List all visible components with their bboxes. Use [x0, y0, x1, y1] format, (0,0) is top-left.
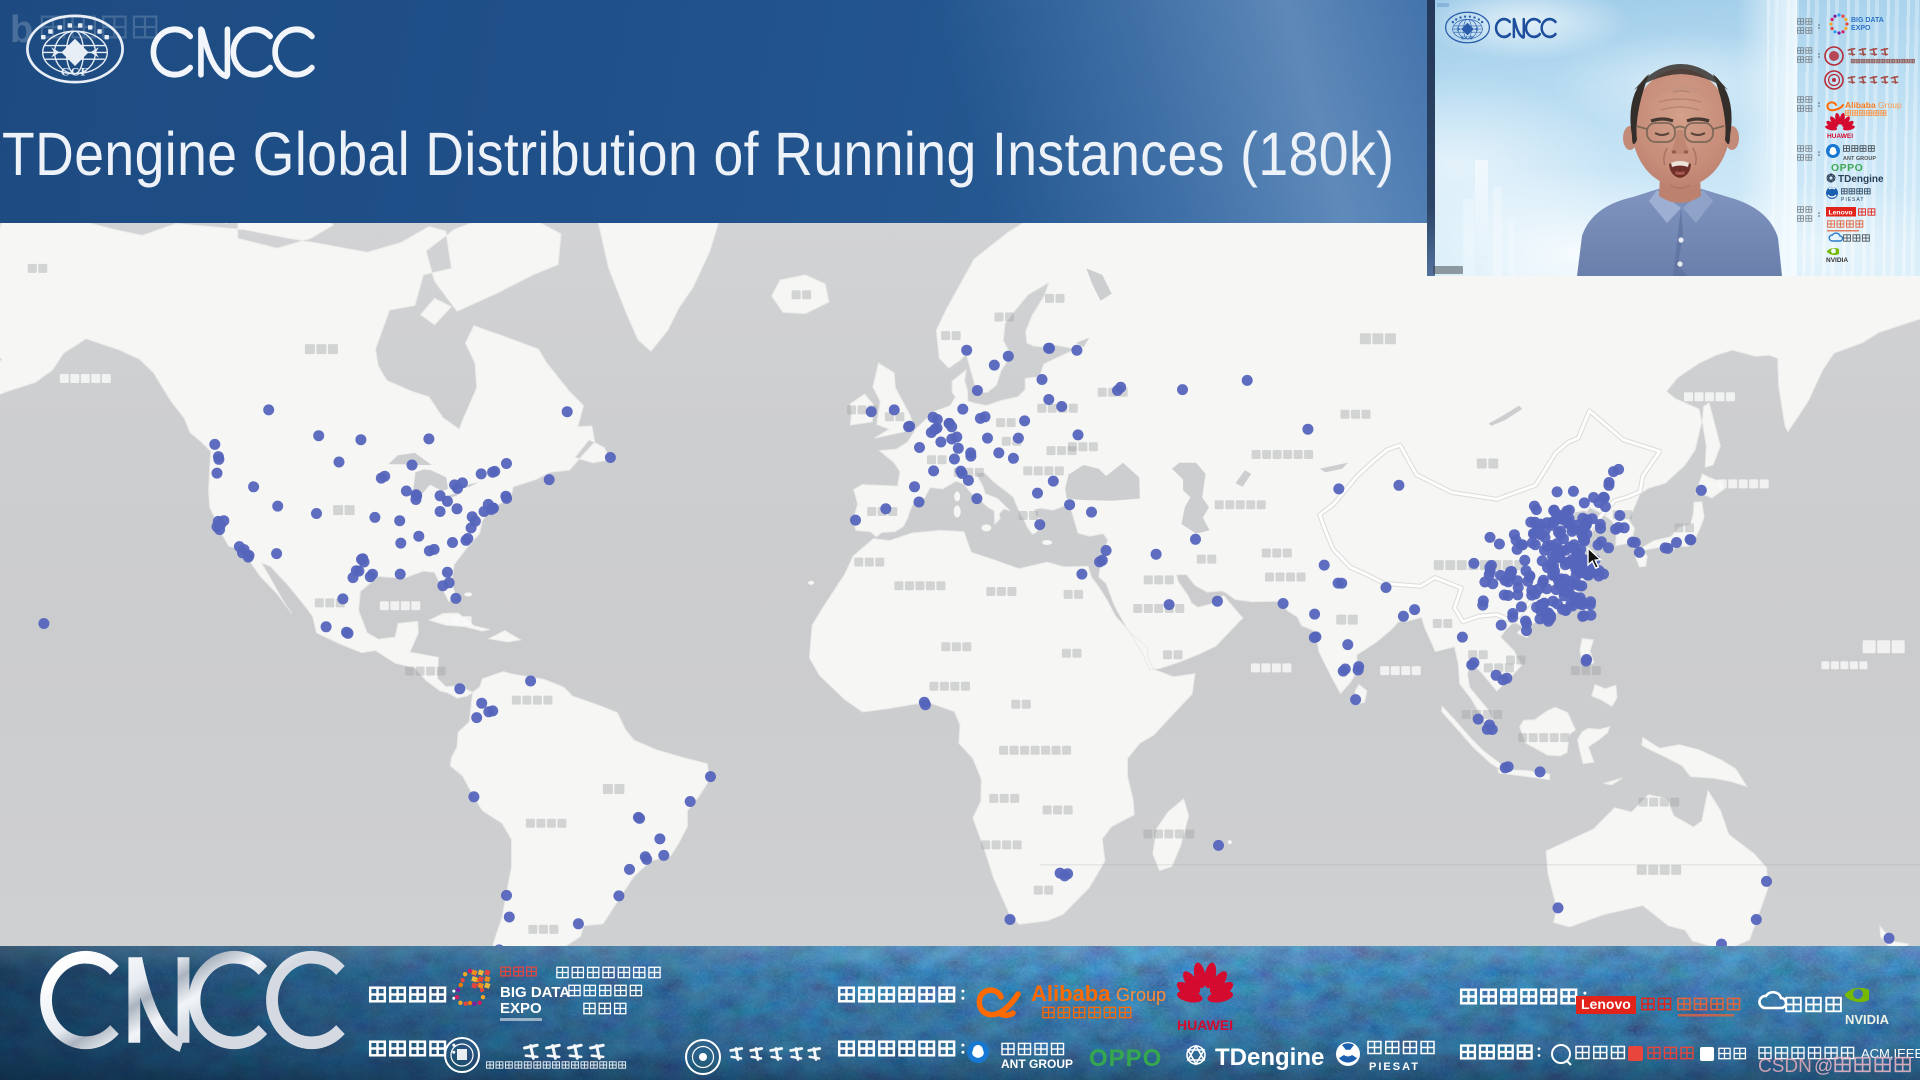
svg-text:CCF: CCF — [61, 64, 89, 78]
svg-text:PIESAT: PIESAT — [1369, 1061, 1420, 1073]
svg-text:Group: Group — [1116, 985, 1166, 1005]
svg-text:EXPO: EXPO — [500, 1000, 542, 1017]
svg-text:b: b — [10, 9, 33, 51]
svg-text:TDengine: TDengine — [1838, 174, 1884, 185]
svg-text:@: @ — [1814, 1056, 1833, 1077]
svg-text:Lenovo: Lenovo — [1829, 210, 1853, 217]
svg-text:CSDN: CSDN — [1758, 1056, 1812, 1077]
svg-text:EXPO: EXPO — [1851, 25, 1871, 32]
svg-text:BIG DATA: BIG DATA — [1851, 17, 1884, 24]
svg-text:NVIDIA: NVIDIA — [1845, 1012, 1890, 1027]
svg-text:Alibaba Group: Alibaba Group — [1845, 100, 1902, 110]
svg-text:HUAWEI: HUAWEI — [1827, 133, 1853, 140]
svg-text:OPPO: OPPO — [1831, 162, 1863, 174]
svg-text:NVIDIA: NVIDIA — [1826, 257, 1848, 264]
svg-text:TDengine: TDengine — [1215, 1044, 1324, 1071]
svg-text:Lenovo: Lenovo — [1581, 996, 1631, 1012]
svg-text:PIESAT: PIESAT — [1841, 197, 1864, 203]
svg-text:OPPO: OPPO — [1089, 1045, 1162, 1072]
svg-text:ANT GROUP: ANT GROUP — [1001, 1057, 1073, 1071]
svg-text:HUAWEI: HUAWEI — [1177, 1017, 1233, 1033]
svg-text:BIG DATA: BIG DATA — [500, 984, 570, 1001]
svg-text:Alibaba: Alibaba — [1031, 981, 1111, 1006]
